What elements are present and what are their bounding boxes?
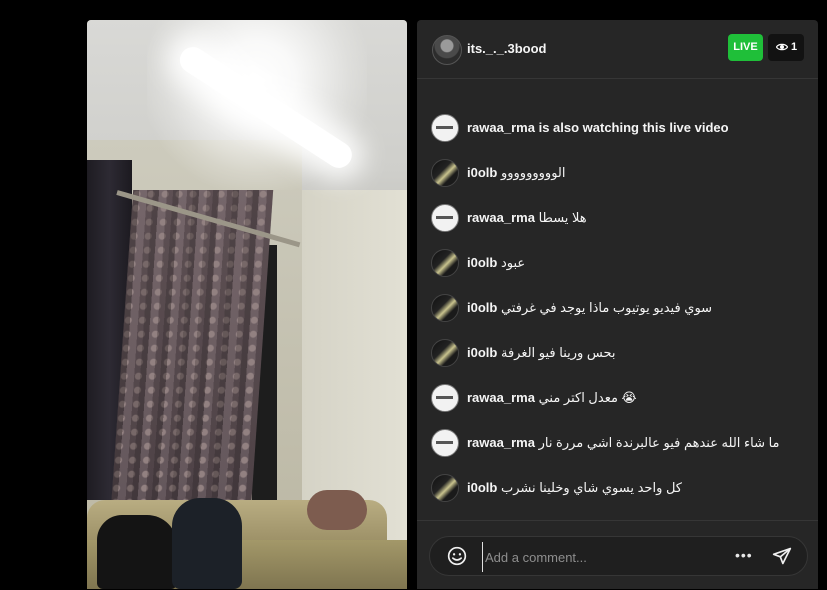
comment-text: ما شاء الله عندهم فيو عالبرندة اشي مررة … [538,435,780,450]
comment-text: الووووووووو [500,165,566,180]
comment-item: i0olb الووووووووو [431,158,811,187]
comment-username[interactable]: rawaa_rma [467,435,535,450]
comment-item: i0olb سوي فيديو يوتيوب ماذا يوجد في غرفت… [431,293,811,322]
comment-username[interactable]: i0olb [467,165,497,180]
comment-text: معدل اكتر مني 😭 [538,390,637,405]
live-video-stream[interactable] [87,20,407,589]
comment-input-wrapper: ••• [429,536,808,576]
comment-composer: ••• [417,520,818,590]
comment-input[interactable] [482,542,687,572]
more-options-icon[interactable]: ••• [735,548,753,562]
commenter-avatar[interactable] [431,249,459,277]
viewer-count: 1 [791,41,798,53]
send-icon[interactable] [771,546,793,566]
comment-item: rawaa_rma is also watching this live vid… [431,113,811,142]
comment-username[interactable]: rawaa_rma [467,390,535,405]
comment-username[interactable]: rawaa_rma [467,210,535,225]
commenter-avatar[interactable] [431,114,459,142]
live-badge: LIVE [728,34,763,61]
eye-icon [776,43,788,51]
video-curtain [110,190,274,510]
comment-username[interactable]: i0olb [467,255,497,270]
commenter-avatar[interactable] [431,204,459,232]
commenter-avatar[interactable] [431,429,459,457]
comment-text: كل واحد يسوي شاي وخلينا نشرب [500,480,682,495]
comment-username[interactable]: i0olb [467,345,497,360]
viewer-count-badge[interactable]: 1 [768,34,804,61]
comment-text: عبود [500,255,526,270]
commenter-avatar[interactable] [431,384,459,412]
commenter-avatar[interactable] [431,474,459,502]
video-cushion [307,490,367,530]
emoji-icon[interactable] [447,546,467,566]
comment-item: rawaa_rma هلا يسطا [431,203,811,232]
comment-item: i0olb بحس ورينا فيو الغرفة [431,338,811,367]
comment-item: i0olb عبود [431,248,811,277]
commenter-avatar[interactable] [431,339,459,367]
comment-item: i0olb كل واحد يسوي شاي وخلينا نشرب [431,473,811,502]
video-backpack [172,498,242,589]
comment-item: rawaa_rma معدل اكتر مني 😭 [431,383,811,412]
comment-text: سوي فيديو يوتيوب ماذا يوجد في غرفتي [500,300,713,315]
comment-text: هلا يسطا [538,210,587,225]
host-username[interactable]: its._._.3bood [467,41,546,56]
live-header: its._._.3bood LIVE 1 [417,20,818,79]
comment-username[interactable]: rawaa_rma [467,120,535,135]
comment-item: rawaa_rma ما شاء الله عندهم فيو عالبرندة… [431,428,811,457]
video-bag [97,515,177,589]
comment-text: بحس ورينا فيو الغرفة [500,345,616,360]
comment-text: is also watching this live video [538,120,729,135]
live-panel: its._._.3bood LIVE 1 rawaa_rma is also w… [417,20,818,589]
commenter-avatar[interactable] [431,159,459,187]
comment-username[interactable]: i0olb [467,300,497,315]
host-avatar[interactable] [432,35,462,65]
comment-username[interactable]: i0olb [467,480,497,495]
commenter-avatar[interactable] [431,294,459,322]
